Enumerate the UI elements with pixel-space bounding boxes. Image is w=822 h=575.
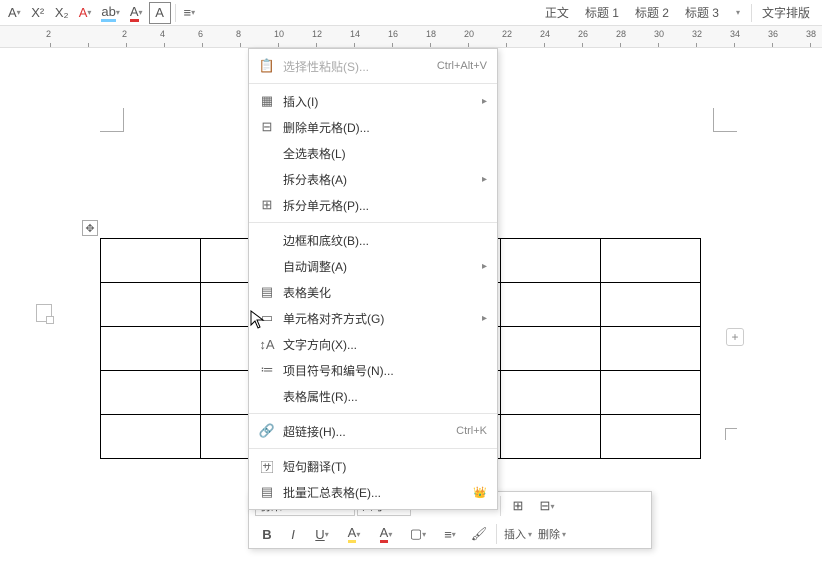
submenu-arrow-icon: ▸ [476, 174, 487, 185]
menu-hyperlink[interactable]: 🔗 超链接(H)... Ctrl+K [249, 418, 497, 444]
menu-label: 表格属性(R)... [277, 388, 487, 405]
style-h3[interactable]: 标题 3 [677, 2, 727, 23]
text-layout[interactable]: 文字排版 [754, 2, 818, 23]
margin-corner-br [725, 428, 737, 440]
menu-label: 选择性粘贴(S)... [277, 58, 437, 75]
table-move-handle[interactable]: ✥ [82, 220, 98, 236]
horizontal-ruler[interactable]: 2246810121416182022242628303234363840 [0, 26, 822, 48]
context-menu: 📋 选择性粘贴(S)... Ctrl+Alt+V ▦ 插入(I) ▸ ⊟ 删除单… [248, 48, 498, 510]
separator [751, 4, 752, 22]
menu-select-table[interactable]: 全选表格(L) [249, 140, 497, 166]
delete-group[interactable]: 删除▾ [536, 526, 568, 542]
bullets-icon: ≔ [257, 362, 277, 378]
italic-button[interactable]: I [281, 523, 305, 545]
separator [175, 4, 176, 22]
menu-shortcut: Ctrl+Alt+V [437, 60, 487, 72]
menu-separator [249, 413, 497, 414]
separator [500, 496, 501, 516]
menu-table-props[interactable]: 表格属性(R)... [249, 383, 497, 409]
menu-insert[interactable]: ▦ 插入(I) ▸ [249, 88, 497, 114]
crown-icon: 👑 [473, 486, 487, 499]
style-more[interactable]: ▾ [727, 2, 749, 24]
separator [496, 524, 497, 544]
highlight-button[interactable]: ab▾ [97, 2, 123, 24]
menu-label: 超链接(H)... [277, 423, 456, 440]
menu-label: 拆分单元格(P)... [277, 197, 487, 214]
link-icon: 🔗 [257, 423, 277, 439]
menu-batch-table[interactable]: ▤ 批量汇总表格(E)... 👑 [249, 479, 497, 505]
align-dropdown[interactable]: ≡▾ [180, 2, 200, 24]
menu-paste-special[interactable]: 📋 选择性粘贴(S)... Ctrl+Alt+V [249, 53, 497, 79]
menu-borders[interactable]: 边框和底纹(B)... [249, 227, 497, 253]
bold-button[interactable]: B [255, 523, 279, 545]
paste-icon: 📋 [257, 58, 277, 74]
border-mini-button[interactable]: ▢▾ [403, 523, 433, 545]
menu-separator [249, 222, 497, 223]
menu-beautify[interactable]: ▤ 表格美化 [249, 279, 497, 305]
menu-label: 删除单元格(D)... [277, 119, 487, 136]
page-icon[interactable] [36, 304, 52, 322]
style-h2[interactable]: 标题 2 [627, 2, 677, 23]
translate-icon: 🈂 [257, 457, 277, 476]
menu-label: 自动调整(A) [277, 258, 476, 275]
split-cells-button[interactable]: ⊟▾ [532, 495, 562, 517]
underline-button[interactable]: U▾ [307, 523, 337, 545]
insert-table-icon: ▦ [257, 93, 277, 109]
text-direction-icon: ↕A [257, 337, 277, 352]
format-painter-button[interactable]: 🖌 [467, 523, 491, 545]
margin-corner-tr [713, 108, 737, 132]
menu-label: 全选表格(L) [277, 145, 487, 162]
style-h1[interactable]: 标题 1 [577, 2, 627, 23]
font-color-button[interactable]: A▾ [126, 2, 147, 24]
menu-separator [249, 83, 497, 84]
beautify-icon: ▤ [257, 284, 277, 300]
menu-bullets[interactable]: ≔ 项目符号和编号(N)... [249, 357, 497, 383]
font-dropdown[interactable]: A▾ [4, 2, 25, 24]
submenu-arrow-icon: ▸ [476, 96, 487, 107]
font-effect-a1[interactable]: A▾ [75, 2, 96, 24]
menu-align[interactable]: ▭ 单元格对齐方式(G) ▸ [249, 305, 497, 331]
menu-separator [249, 448, 497, 449]
char-border-button[interactable]: A [149, 2, 171, 24]
menu-label: 边框和底纹(B)... [277, 232, 487, 249]
document-area[interactable]: ✥ + 📋 选择性粘贴(S)... Ctrl+Alt+V ▦ 插入(I) ▸ ⊟… [0, 48, 822, 518]
menu-label: 短句翻译(T) [277, 458, 487, 475]
align-mini-button[interactable]: ≡▾ [435, 523, 465, 545]
menu-label: 项目符号和编号(N)... [277, 362, 487, 379]
submenu-arrow-icon: ▸ [476, 261, 487, 272]
delete-cells-icon: ⊟ [257, 119, 277, 135]
menu-text-direction[interactable]: ↕A 文字方向(X)... [249, 331, 497, 357]
batch-icon: ▤ [257, 484, 277, 500]
subscript-button[interactable]: X₂ [51, 2, 73, 24]
submenu-arrow-icon: ▸ [476, 313, 487, 324]
menu-split-table[interactable]: 拆分表格(A) ▸ [249, 166, 497, 192]
font-color-mini-button[interactable]: A▾ [371, 523, 401, 545]
highlight-mini-button[interactable]: A▾ [339, 523, 369, 545]
menu-delete-cells[interactable]: ⊟ 删除单元格(D)... [249, 114, 497, 140]
superscript-button[interactable]: X² [27, 2, 49, 24]
merge-cells-button[interactable]: ⊞ [506, 495, 530, 517]
menu-label: 单元格对齐方式(G) [277, 310, 476, 327]
margin-corner-tl [100, 108, 124, 132]
add-row-button[interactable]: + [726, 328, 744, 346]
menu-autofit[interactable]: 自动调整(A) ▸ [249, 253, 497, 279]
menu-label: 文字方向(X)... [277, 336, 487, 353]
menu-shortcut: Ctrl+K [456, 425, 487, 437]
menu-label: 表格美化 [277, 284, 487, 301]
menu-label: 拆分表格(A) [277, 171, 476, 188]
style-body[interactable]: 正文 [537, 2, 577, 23]
menu-label: 批量汇总表格(E)... [277, 484, 469, 501]
menu-translate[interactable]: 🈂 短句翻译(T) [249, 453, 497, 479]
menu-label: 插入(I) [277, 93, 476, 110]
split-cells-icon: ⊞ [257, 197, 277, 213]
insert-group[interactable]: 插入▾ [502, 526, 534, 542]
menu-split-cells[interactable]: ⊞ 拆分单元格(P)... [249, 192, 497, 218]
align-icon: ▭ [257, 310, 277, 326]
